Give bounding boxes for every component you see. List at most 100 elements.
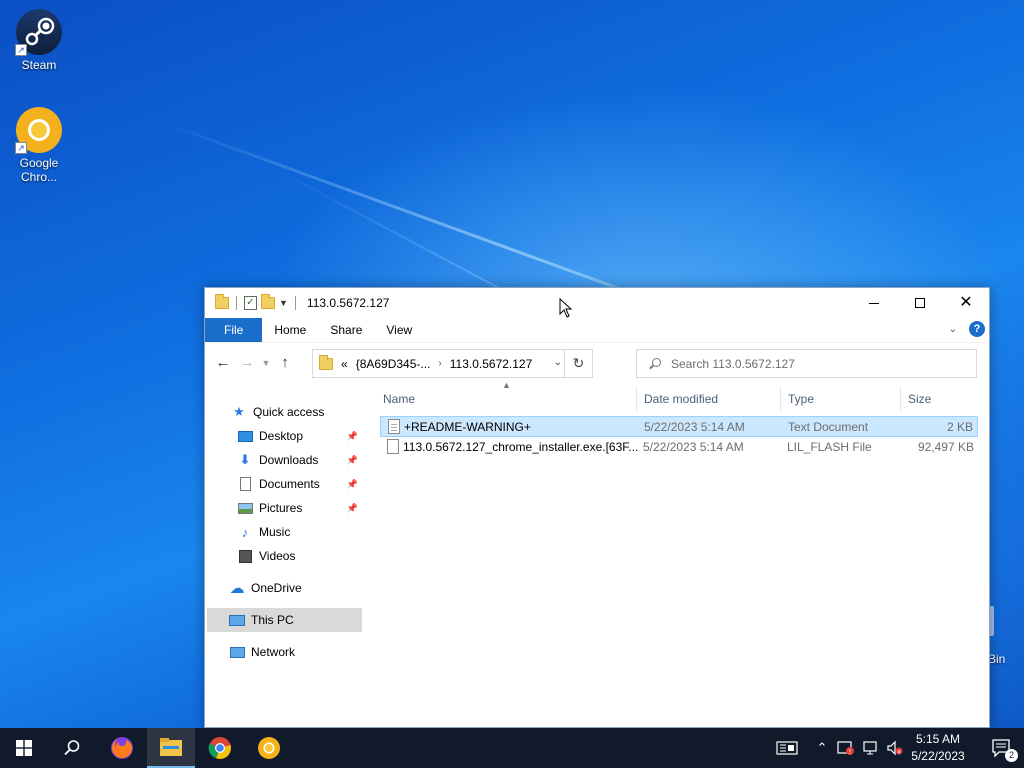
file-type: Text Document <box>788 420 869 434</box>
up-arrow-icon: ↑ <box>281 354 289 371</box>
customize-toolbar-dropdown-icon[interactable]: ▼ <box>279 298 288 308</box>
refresh-icon: ↻ <box>572 355 585 371</box>
taskbar-search-button[interactable] <box>48 728 96 768</box>
up-button[interactable]: ↑ <box>273 351 297 375</box>
tab-file[interactable]: File <box>205 318 263 342</box>
forward-button[interactable]: → <box>235 351 259 375</box>
table-row[interactable]: +README-WARNING+ 5/22/2023 5:14 AM Text … <box>380 416 978 437</box>
sidebar-item-label: Videos <box>259 549 296 563</box>
network-status-icon[interactable] <box>861 740 881 756</box>
sidebar-item-this-pc[interactable]: This PC <box>207 608 362 632</box>
start-button[interactable] <box>0 728 48 768</box>
column-divider[interactable] <box>780 386 781 412</box>
file-explorer-window[interactable]: ✓ ▼ 113.0.5672.127 ✕ File Home Share Vie… <box>204 287 990 728</box>
text-document-icon <box>388 419 400 434</box>
desktop-icon-chrome[interactable]: ↗ Google Chro... <box>4 106 74 184</box>
maximize-button[interactable] <box>897 288 943 318</box>
steam-icon: ↗ <box>15 8 63 56</box>
sidebar-item-pictures[interactable]: Pictures 📌 <box>205 496 362 520</box>
tab-home[interactable]: Home <box>262 318 318 342</box>
column-header-date-modified[interactable]: Date modified <box>644 386 779 412</box>
file-list: ▲ Name Date modified Type Size +README-W… <box>380 380 980 729</box>
sidebar-item-music[interactable]: ♪ Music <box>205 520 362 544</box>
breadcrumb-segment[interactable]: 113.0.5672.127 <box>450 357 533 371</box>
help-icon[interactable]: ? <box>969 321 985 337</box>
sidebar-item-label: Desktop <box>259 429 304 443</box>
firefox-icon <box>111 737 133 759</box>
star-icon: ★ <box>233 404 245 419</box>
minimize-icon <box>869 302 879 304</box>
desktop-icon-steam[interactable]: ↗ Steam <box>4 8 74 72</box>
clock-time: 5:15 AM <box>915 732 961 746</box>
folder-icon <box>215 294 229 309</box>
desktop-icon-label: Google Chro... <box>19 156 59 184</box>
table-row[interactable]: 113.0.5672.127_chrome_installer.exe.[63F… <box>380 437 978 458</box>
chrome-canary-icon: ↗ <box>15 106 63 154</box>
sidebar-item-videos[interactable]: Videos <box>205 544 362 568</box>
sidebar-item-network[interactable]: Network <box>205 640 362 664</box>
column-divider[interactable] <box>636 386 637 412</box>
refresh-button[interactable]: ↻ <box>564 350 592 377</box>
pin-icon[interactable]: 📌 <box>347 455 358 466</box>
shortcut-arrow-icon: ↗ <box>15 44 27 56</box>
back-button[interactable]: ← <box>211 351 235 375</box>
taskbar-chrome-canary[interactable] <box>245 728 293 768</box>
taskbar-firefox[interactable] <box>98 728 146 768</box>
sidebar-item-label: Documents <box>259 477 320 491</box>
address-dropdown-icon[interactable]: ⌄ <box>554 357 562 368</box>
start-icon <box>16 740 32 756</box>
title-bar[interactable]: ✓ ▼ 113.0.5672.127 ✕ <box>205 288 989 318</box>
sidebar-item-downloads[interactable]: ⬇ Downloads 📌 <box>205 448 362 472</box>
sidebar-item-label: Music <box>259 525 291 539</box>
breadcrumb-chevron-icon[interactable]: › <box>438 358 441 369</box>
taskbar-file-explorer[interactable] <box>147 728 195 768</box>
file-explorer-icon <box>160 738 182 756</box>
documents-icon <box>237 476 253 492</box>
taskbar-chrome[interactable] <box>196 728 244 768</box>
window-controls: ✕ <box>851 288 989 318</box>
action-center-button[interactable]: 2 <box>980 728 1024 768</box>
column-header-size[interactable]: Size <box>908 386 978 412</box>
properties-icon[interactable]: ✓ <box>244 296 257 310</box>
address-overflow[interactable]: « <box>341 357 348 371</box>
search-placeholder: Search 113.0.5672.127 <box>671 356 795 371</box>
sidebar-item-onedrive[interactable]: ☁ OneDrive <box>205 576 362 600</box>
navigation-bar: ← → ▼ ↑ « {8A69D345-... › 113.0.5672.127… <box>205 342 989 382</box>
search-icon <box>649 357 661 370</box>
maximize-icon <box>915 298 925 308</box>
minimize-button[interactable] <box>851 288 897 318</box>
sidebar-item-desktop[interactable]: Desktop 📌 <box>205 424 362 448</box>
music-icon: ♪ <box>241 524 249 540</box>
chevron-down-icon: ▼ <box>261 357 271 368</box>
column-header-name[interactable]: Name <box>383 386 633 412</box>
address-bar[interactable]: « {8A69D345-... › 113.0.5672.127 ⌄ ↻ <box>312 349 593 378</box>
security-warning-icon[interactable]: ! <box>836 740 856 756</box>
file-name: +README-WARNING+ <box>404 420 531 434</box>
tab-view[interactable]: View <box>374 318 424 342</box>
sidebar-item-label: Quick access <box>253 405 325 419</box>
sidebar-item-documents[interactable]: Documents 📌 <box>205 472 362 496</box>
column-divider[interactable] <box>900 386 901 412</box>
news-and-interests-icon[interactable] <box>776 740 798 756</box>
search-input[interactable]: Search 113.0.5672.127 <box>636 349 977 378</box>
system-clock[interactable]: 5:15 AM 5/22/2023 <box>900 731 976 765</box>
show-hidden-icons-chevron-icon[interactable]: ⌃ <box>814 740 830 756</box>
sidebar-item-quick-access[interactable]: ★ Quick access <box>205 400 362 424</box>
recent-locations-button[interactable]: ▼ <box>259 351 273 375</box>
close-icon: ✕ <box>959 294 973 311</box>
pin-icon[interactable]: 📌 <box>347 431 358 442</box>
new-folder-icon[interactable] <box>261 294 275 309</box>
toolbar-separator <box>294 296 296 310</box>
column-header-type[interactable]: Type <box>788 386 898 412</box>
pin-icon[interactable]: 📌 <box>347 479 358 490</box>
tab-share[interactable]: Share <box>318 318 374 342</box>
notification-count-badge: 2 <box>1005 749 1018 762</box>
sidebar-item-label: Downloads <box>259 453 319 467</box>
pin-icon[interactable]: 📌 <box>347 503 358 514</box>
back-arrow-icon: ← <box>215 354 231 371</box>
close-button[interactable]: ✕ <box>943 288 989 318</box>
expand-ribbon-chevron-icon[interactable]: ⌄ <box>949 324 957 335</box>
breadcrumb-segment[interactable]: {8A69D345-... <box>356 357 431 371</box>
desktop-icon-label: Steam <box>21 58 57 72</box>
downloads-icon: ⬇ <box>239 452 251 467</box>
